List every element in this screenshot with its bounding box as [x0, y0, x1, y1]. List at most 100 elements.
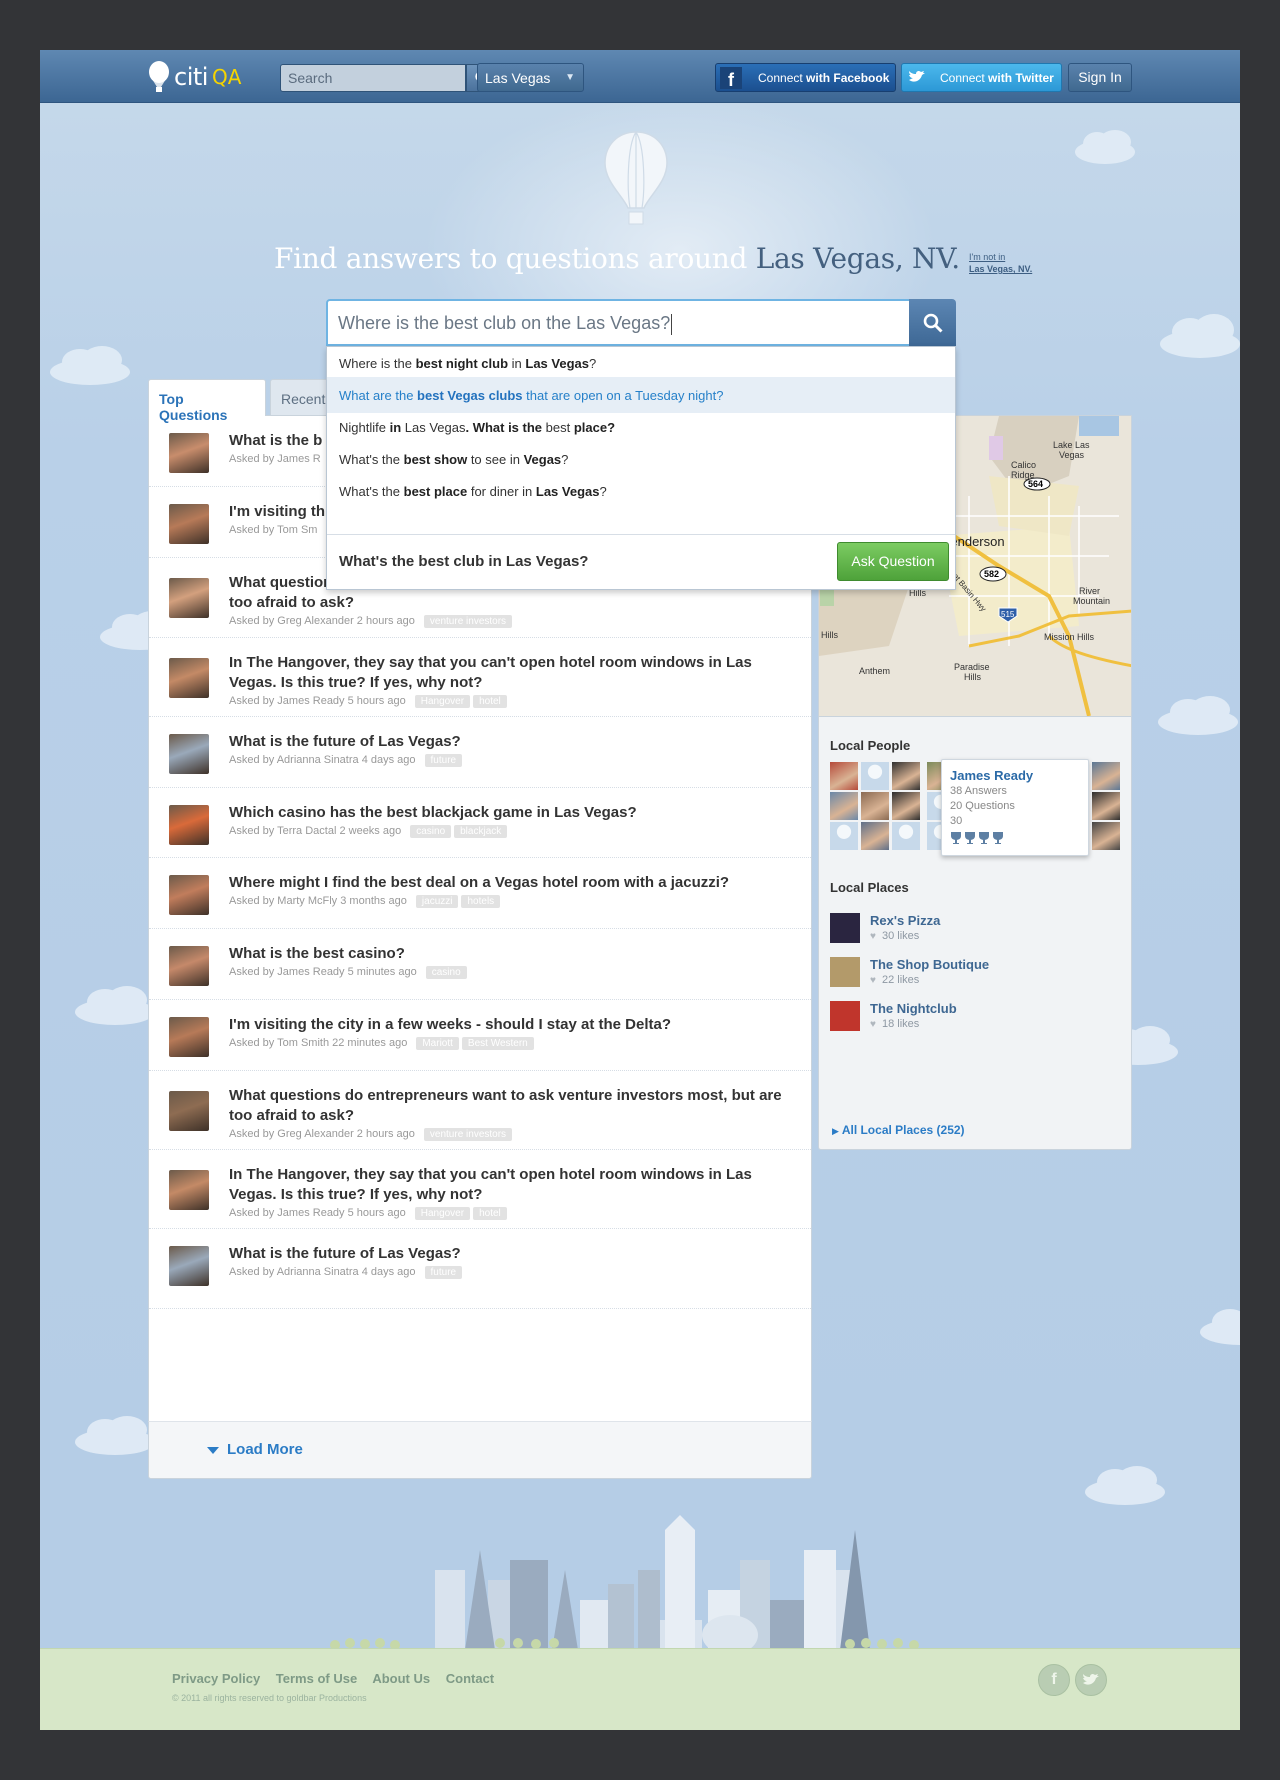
footer-link-contact[interactable]: Contact: [446, 1671, 494, 1686]
map-label-lake-las-vegas: Lake Las: [1053, 440, 1090, 450]
question-row[interactable]: I'm visiting the city in a few weeks - s…: [149, 1000, 811, 1071]
asker-avatar[interactable]: [169, 1246, 209, 1286]
svg-text:Calico: Calico: [1011, 460, 1036, 470]
question-tag[interactable]: future: [424, 1266, 463, 1279]
all-local-places-link[interactable]: ▶ All Local Places (252): [832, 1123, 965, 1137]
asker-avatar[interactable]: [169, 658, 209, 698]
asker-avatar[interactable]: [169, 946, 209, 986]
local-person-avatar[interactable]: [892, 792, 920, 820]
suggestion-item[interactable]: What's the best place for diner in Las V…: [327, 473, 955, 509]
question-title[interactable]: Which casino has the best blackjack game…: [229, 803, 799, 823]
twitter-bird-icon: [908, 70, 926, 87]
question-row[interactable]: Where might I find the best deal on a Ve…: [149, 858, 811, 929]
suggestion-item[interactable]: Where is the best night club in Las Vega…: [327, 345, 955, 381]
question-tag[interactable]: blackjack: [454, 825, 508, 838]
local-person-avatar[interactable]: [892, 822, 920, 850]
question-tag[interactable]: hotels: [461, 895, 501, 908]
local-person-avatar[interactable]: [861, 762, 889, 790]
connect-facebook-button[interactable]: f Connect with Facebook: [715, 63, 896, 92]
question-tag[interactable]: future: [424, 754, 463, 767]
city-dropdown[interactable]: Las Vegas ▼: [477, 63, 584, 92]
asker-avatar[interactable]: [169, 578, 209, 618]
suggestion-item[interactable]: What's the best show to see in Vegas?: [327, 441, 955, 477]
change-location-link[interactable]: I'm not in Las Vegas, NV.: [969, 251, 1032, 275]
asker-avatar[interactable]: [169, 1170, 209, 1210]
local-person-avatar[interactable]: [1092, 762, 1120, 790]
local-person-avatar[interactable]: [861, 792, 889, 820]
local-person-avatar[interactable]: [830, 762, 858, 790]
question-title[interactable]: I'm visiting the city in a few weeks - s…: [229, 1015, 799, 1035]
asker-avatar[interactable]: [169, 1017, 209, 1057]
twitter-bird-icon[interactable]: [1075, 1664, 1107, 1696]
city-dropdown-value: Las Vegas: [485, 70, 551, 86]
question-row[interactable]: What questions do entrepreneurs want to …: [149, 1071, 811, 1150]
local-person-avatar[interactable]: [892, 762, 920, 790]
asker-avatar[interactable]: [169, 504, 209, 544]
question-search-button[interactable]: [909, 299, 956, 346]
question-tag[interactable]: hotel: [473, 1207, 507, 1220]
local-place-item[interactable]: Rex's Pizza ♥ 30 likes: [830, 913, 1120, 947]
question-tag[interactable]: hotel: [473, 695, 507, 708]
connect-twitter-button[interactable]: Connect with Twitter: [901, 63, 1062, 92]
local-place-item[interactable]: The Shop Boutique ♥ 22 likes: [830, 957, 1120, 991]
local-person-avatar[interactable]: [861, 822, 889, 850]
place-likes: 18 likes: [882, 1018, 920, 1030]
asker-avatar[interactable]: [169, 1091, 209, 1131]
hero-headline: Find answers to questions around Las Veg…: [274, 242, 960, 275]
question-title[interactable]: What is the best casino?: [229, 944, 799, 964]
question-tag[interactable]: Mariott: [416, 1037, 459, 1050]
question-title[interactable]: What questions do entrepreneurs want to …: [229, 1086, 799, 1126]
question-row[interactable]: What is the future of Las Vegas? Asked by…: [149, 1229, 811, 1309]
suggestion-item[interactable]: What are the best Vegas clubs that are o…: [327, 377, 955, 413]
citiqa-logo[interactable]: citi QA: [148, 60, 241, 94]
svg-text:Paradise: Paradise: [954, 662, 990, 672]
question-tag[interactable]: Hangover: [414, 695, 471, 708]
place-name[interactable]: The Shop Boutique: [870, 957, 989, 972]
question-title[interactable]: What is the future of Las Vegas?: [229, 732, 799, 752]
tab-top-questions[interactable]: Top Questions: [148, 379, 266, 423]
question-tag[interactable]: casino: [425, 966, 467, 979]
balloon-logo-icon: [149, 61, 169, 92]
question-title[interactable]: In The Hangover, they say that you can't…: [229, 1165, 799, 1205]
question-title[interactable]: What is the future of Las Vegas?: [229, 1244, 799, 1264]
question-tag[interactable]: venture investors: [423, 1128, 513, 1141]
asker-avatar[interactable]: [169, 805, 209, 845]
local-person-avatar[interactable]: [830, 792, 858, 820]
question-search-input[interactable]: Where is the best club on the Las Vegas?: [326, 299, 950, 346]
footer-link-about[interactable]: About Us: [372, 1671, 430, 1686]
logo-text: citi: [174, 63, 208, 91]
new-question-text: What's the best club in Las Vegas?: [339, 553, 589, 570]
local-place-item[interactable]: The Nightclub ♥ 18 likes: [830, 1001, 1120, 1035]
place-name[interactable]: The Nightclub: [870, 1001, 957, 1016]
question-title[interactable]: Where might I find the best deal on a Ve…: [229, 873, 799, 893]
load-more-button[interactable]: Load More: [148, 1421, 812, 1479]
question-tag[interactable]: casino: [410, 825, 452, 838]
suggestion-item[interactable]: Nightlife in Las Vegas. What is the best…: [327, 409, 955, 445]
sign-in-button[interactable]: Sign In: [1068, 63, 1132, 92]
asker-avatar[interactable]: [169, 433, 209, 473]
local-person-avatar[interactable]: [830, 822, 858, 850]
question-tag[interactable]: venture investors: [423, 615, 513, 628]
question-row[interactable]: What is the future of Las Vegas? Asked by…: [149, 717, 811, 788]
person-name[interactable]: James Ready: [950, 768, 1033, 783]
question-title[interactable]: In The Hangover, they say that you can't…: [229, 653, 799, 693]
question-tag[interactable]: jacuzzi: [415, 895, 459, 908]
local-person-avatar[interactable]: [1092, 792, 1120, 820]
highway-marker-582: 582: [979, 566, 1007, 582]
question-row[interactable]: In The Hangover, they say that you can't…: [149, 1150, 811, 1229]
facebook-icon[interactable]: f: [1038, 1664, 1070, 1696]
asker-avatar[interactable]: [169, 734, 209, 774]
question-row[interactable]: Which casino has the best blackjack game…: [149, 788, 811, 858]
cloud: [75, 986, 155, 1025]
asker-avatar[interactable]: [169, 875, 209, 915]
question-tag[interactable]: Hangover: [414, 1207, 471, 1220]
question-row[interactable]: What is the best casino? Asked by James R…: [149, 929, 811, 1000]
footer-link-terms[interactable]: Terms of Use: [276, 1671, 357, 1686]
question-tag[interactable]: Best Western: [461, 1037, 534, 1050]
place-name[interactable]: Rex's Pizza: [870, 913, 940, 928]
header-search-input[interactable]: Search: [280, 64, 466, 92]
question-row[interactable]: In The Hangover, they say that you can't…: [149, 638, 811, 717]
local-person-avatar[interactable]: [1092, 822, 1120, 850]
footer-link-privacy[interactable]: Privacy Policy: [172, 1671, 260, 1686]
ask-question-button[interactable]: Ask Question: [837, 542, 949, 581]
